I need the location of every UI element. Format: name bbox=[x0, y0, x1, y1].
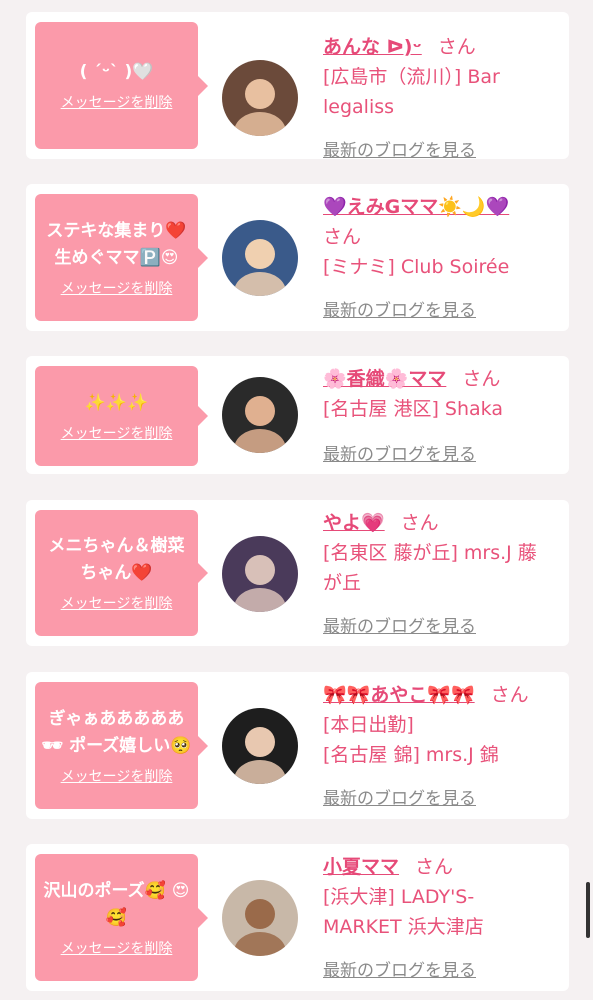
hostess-name-link[interactable]: やよ💗 bbox=[323, 512, 385, 534]
message-card: ( ˊᵕˋ )🤍 メッセージを削除 あんな ᐅ)ᵕ さん [広島市（流川）] Bar le… bbox=[26, 12, 569, 161]
delete-message-link[interactable]: メッセージを削除 bbox=[61, 938, 173, 958]
honorific: さん bbox=[400, 512, 439, 534]
honorific: さん bbox=[323, 226, 362, 248]
name-line: あんな ᐅ)ᵕ さん bbox=[323, 32, 553, 62]
profile-info: あんな ᐅ)ᵕ さん [広島市（流川）] Bar legaliss bbox=[323, 32, 553, 122]
name-line: 小夏ママ さん bbox=[323, 852, 553, 882]
avatar[interactable] bbox=[222, 536, 298, 612]
message-bubble: ぎゃぁあああああ🕶 ポーズ嬉しい🥺 メッセージを削除 bbox=[35, 682, 208, 809]
shop-info: が丘 bbox=[323, 572, 362, 594]
profile-info: 🎀🎀あやこ🎀🎀 さん [本日出勤] [名古屋 錦] mrs.J 錦 bbox=[323, 680, 553, 770]
latest-blog-link[interactable]: 最新のブログを見る bbox=[323, 784, 476, 809]
profile-info: 💜えみGママ☀️🌙💜 さん [ミナミ] Club Soirée bbox=[323, 192, 553, 282]
profile-info: 🌸香織🌸ママ さん [名古屋 港区] Shaka bbox=[323, 364, 553, 424]
shop-info: MARKET 浜大津店 bbox=[323, 916, 484, 938]
message-text: ステキな集まり❤️ 生めぐママ🅿️😍 bbox=[46, 220, 187, 268]
hostess-name-link[interactable]: 小夏ママ bbox=[323, 856, 399, 878]
hostess-name-link[interactable]: あんな ᐅ)ᵕ bbox=[323, 36, 422, 58]
name-line: 🎀🎀あやこ🎀🎀 さん bbox=[323, 680, 553, 710]
name-line: やよ💗 さん bbox=[323, 508, 553, 538]
message-card: 沢山のポーズ🥰 😍🥰 メッセージを削除 小夏ママ さん [浜大津] LADY'S- MAR… bbox=[26, 844, 569, 991]
hostess-name-link[interactable]: 💜えみGママ☀️🌙💜 bbox=[323, 196, 509, 218]
message-card: ✨✨✨ メッセージを削除 🌸香織🌸ママ さん [名古屋 港区] Shaka 最新のブログを… bbox=[26, 356, 569, 474]
delete-message-link[interactable]: メッセージを削除 bbox=[61, 766, 173, 786]
message-text: 沢山のポーズ🥰 😍🥰 bbox=[43, 880, 190, 928]
message-text: ( ˊᵕˋ )🤍 bbox=[79, 62, 154, 82]
shop-info: [ミナミ] Club Soirée bbox=[323, 256, 510, 278]
message-card: ステキな集まり❤️ 生めぐママ🅿️😍 メッセージを削除 💜えみGママ☀️🌙💜 さん [ミ… bbox=[26, 184, 569, 331]
message-bubble: メニちゃん＆樹菜ちゃん❤️ メッセージを削除 bbox=[35, 510, 208, 636]
shop-info: [浜大津] LADY'S- bbox=[323, 886, 475, 908]
delete-message-link[interactable]: メッセージを削除 bbox=[61, 593, 173, 613]
hostess-name-link[interactable]: 🌸香織🌸ママ bbox=[323, 368, 446, 390]
message-text: ✨✨✨ bbox=[84, 392, 149, 413]
shop-info: [本日出勤] bbox=[323, 714, 414, 736]
message-bubble: ✨✨✨ メッセージを削除 bbox=[35, 366, 208, 466]
shop-info: [広島市（流川）] Bar bbox=[323, 66, 500, 88]
shop-info: [名古屋 錦] mrs.J 錦 bbox=[323, 744, 499, 766]
shop-info: [名東区 藤が丘] mrs.J 藤 bbox=[323, 542, 537, 564]
message-text: メニちゃん＆樹菜ちゃん❤️ bbox=[48, 536, 185, 583]
latest-blog-link[interactable]: 最新のブログを見る bbox=[323, 612, 476, 637]
avatar[interactable] bbox=[222, 377, 298, 453]
shop-info: [名古屋 港区] Shaka bbox=[323, 398, 503, 420]
avatar[interactable] bbox=[222, 880, 298, 956]
name-line: 💜えみGママ☀️🌙💜 さん bbox=[323, 192, 553, 252]
profile-info: 小夏ママ さん [浜大津] LADY'S- MARKET 浜大津店 bbox=[323, 852, 553, 942]
delete-message-link[interactable]: メッセージを削除 bbox=[61, 92, 173, 112]
avatar[interactable] bbox=[222, 220, 298, 296]
message-text: ぎゃぁあああああ🕶 ポーズ嬉しい🥺 bbox=[41, 708, 192, 756]
delete-message-link[interactable]: メッセージを削除 bbox=[61, 278, 173, 298]
name-line: 🌸香織🌸ママ さん bbox=[323, 364, 553, 394]
avatar[interactable] bbox=[222, 60, 298, 136]
honorific: さん bbox=[462, 368, 501, 390]
honorific: さん bbox=[490, 684, 529, 706]
delete-message-link[interactable]: メッセージを削除 bbox=[61, 423, 173, 443]
latest-blog-link[interactable]: 最新のブログを見る bbox=[323, 440, 476, 465]
latest-blog-link[interactable]: 最新のブログを見る bbox=[323, 956, 476, 981]
avatar[interactable] bbox=[222, 708, 298, 784]
hostess-name-link[interactable]: 🎀🎀あやこ🎀🎀 bbox=[323, 684, 475, 706]
message-card: メニちゃん＆樹菜ちゃん❤️ メッセージを削除 やよ💗 さん [名東区 藤が丘] mrs.… bbox=[26, 500, 569, 646]
honorific: さん bbox=[437, 36, 476, 58]
message-bubble: ステキな集まり❤️ 生めぐママ🅿️😍 メッセージを削除 bbox=[35, 194, 208, 321]
honorific: さん bbox=[415, 856, 454, 878]
message-bubble: ( ˊᵕˋ )🤍 メッセージを削除 bbox=[35, 22, 208, 149]
message-card: ぎゃぁあああああ🕶 ポーズ嬉しい🥺 メッセージを削除 🎀🎀あやこ🎀🎀 さん [本日出勤]… bbox=[26, 672, 569, 819]
profile-info: やよ💗 さん [名東区 藤が丘] mrs.J 藤が丘 bbox=[323, 508, 553, 598]
scrollbar[interactable] bbox=[586, 882, 590, 938]
shop-info: legaliss bbox=[323, 96, 395, 118]
latest-blog-link[interactable]: 最新のブログを見る bbox=[323, 296, 476, 321]
message-bubble: 沢山のポーズ🥰 😍🥰 メッセージを削除 bbox=[35, 854, 208, 981]
latest-blog-link[interactable]: 最新のブログを見る bbox=[323, 136, 476, 161]
